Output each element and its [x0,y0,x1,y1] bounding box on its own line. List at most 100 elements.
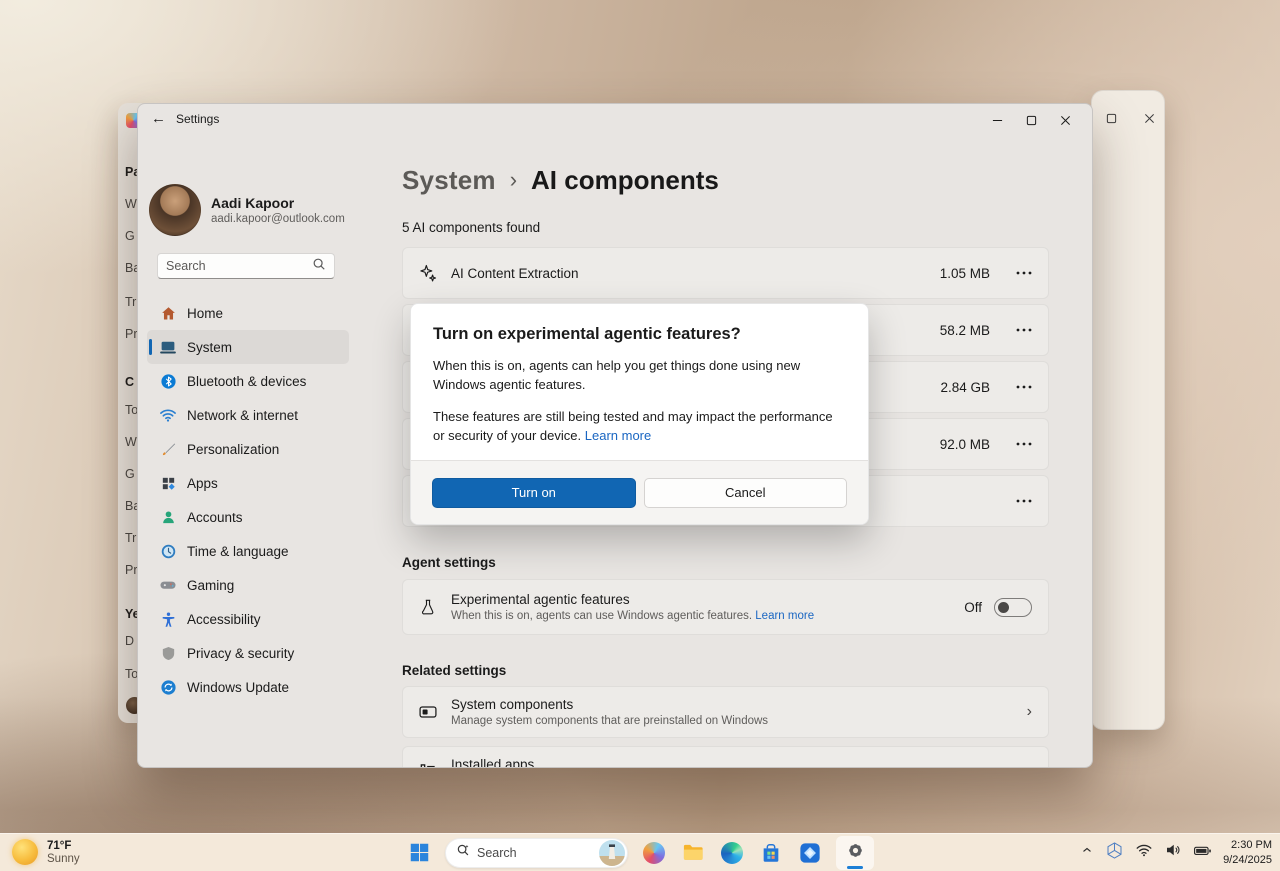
copilot-sidebar-item[interactable]: W [125,435,137,449]
wifi-icon[interactable] [1135,841,1153,864]
user-avatar [149,184,201,236]
sidebar-item-windows-update[interactable]: Windows Update [147,670,349,704]
beaker-icon [417,598,439,616]
sidebar-item-label: Gaming [187,578,234,593]
copilot-icon[interactable] [641,840,667,866]
maximize-button[interactable] [1014,108,1048,132]
sidebar-item-home[interactable]: Home [147,296,349,330]
sidebar-item-accounts[interactable]: Accounts [147,500,349,534]
sidebar-item-bluetooth[interactable]: Bluetooth & devices [147,364,349,398]
sidebar-item-label: Accessibility [187,612,261,627]
more-options-button[interactable] [1016,385,1032,389]
edge-icon[interactable] [719,840,745,866]
back-button[interactable]: ← [151,110,166,127]
dialog-learn-more-link[interactable]: Learn more [585,428,651,443]
file-explorer-icon[interactable] [680,840,706,866]
sidebar-item-system[interactable]: System [147,330,349,364]
accounts-icon [159,508,177,526]
experimental-agentic-features-card: Experimental agentic features When this … [402,579,1049,635]
agentic-features-title: Experimental agentic features [451,592,814,607]
copilot-sidebar-item[interactable]: Tr [125,531,136,545]
windows-update-icon [159,678,177,696]
agent-settings-heading: Agent settings [402,555,1049,570]
sidebar-item-apps[interactable]: Apps [147,466,349,500]
more-options-button[interactable] [1016,271,1032,275]
system-icon [159,338,177,356]
search-placeholder: Search [166,259,312,273]
sidebar-item-label: Personalization [187,442,279,457]
time-language-icon [159,542,177,560]
page-title: AI components [531,165,719,196]
copilot-sidebar-item[interactable]: C [125,375,134,389]
sidebar-item-privacy-security[interactable]: Privacy & security [147,636,349,670]
gaming-icon [159,576,177,594]
related-setting-description: Manage system components that are preins… [451,715,768,727]
agentic-features-dialog: Turn on experimental agentic features? W… [410,303,869,525]
sidebar-item-accessibility[interactable]: Accessibility [147,602,349,636]
window-title: Settings [176,112,219,126]
dialog-body-1: When this is on, agents can help you get… [433,357,846,395]
desktop: PaWGBaTrPrCToWGBaTrPrYeDTo ← Settings [0,0,1280,871]
cancel-button[interactable]: Cancel [644,478,848,508]
volume-icon[interactable] [1164,841,1182,864]
more-options-button[interactable] [1016,442,1032,446]
component-size: 58.2 MB [940,323,990,338]
related-setting-title: Installed apps [451,757,651,768]
search-highlight-image[interactable] [599,840,625,866]
microsoft-store-icon[interactable] [758,840,784,866]
more-options-button[interactable] [1016,328,1032,332]
system-components-icon [417,702,439,722]
copilot-sidebar-item[interactable]: Pr [125,563,138,577]
tray-cube-icon[interactable] [1105,841,1124,865]
user-name: Aadi Kapoor [211,195,345,211]
related-setting-system-components[interactable]: System components Manage system component… [402,686,1049,738]
home-icon [159,304,177,322]
sidebar-item-network[interactable]: Network & internet [147,398,349,432]
copilot-sidebar-item[interactable]: W [125,197,137,211]
agentic-features-toggle[interactable] [994,598,1032,617]
maximize-icon[interactable] [1104,111,1118,125]
sidebar-item-time-language[interactable]: Time & language [147,534,349,568]
user-email: aadi.kapoor@outlook.com [211,213,345,225]
search-icon [312,257,326,276]
apps-icon [159,474,177,492]
related-setting-installed-apps[interactable]: Installed appsUninstall and manage apps … [402,746,1049,768]
settings-taskbar-active[interactable] [836,836,874,870]
start-button[interactable] [406,840,432,866]
user-account[interactable]: Aadi Kapoor aadi.kapoor@outlook.com [149,184,345,236]
ai-component-row: AI Content Extraction1.05 MB [402,247,1049,299]
settings-search-input[interactable]: Search [157,253,335,279]
copilot-sidebar-item[interactable]: D [125,634,134,648]
component-size: 92.0 MB [940,437,990,452]
background-window[interactable] [1091,90,1165,730]
sidebar-item-label: Accounts [187,510,243,525]
more-options-button[interactable] [1016,499,1032,503]
sidebar-item-personalization[interactable]: Personalization [147,432,349,466]
turn-on-button[interactable]: Turn on [432,478,636,508]
copilot-sidebar-item[interactable]: G [125,467,135,481]
agentic-features-description: When this is on, agents can use Windows … [451,610,752,622]
settings-gear-icon [844,839,867,867]
tray-chevron-up-icon[interactable] [1080,843,1094,862]
tray-time: 2:30 PM [1223,838,1272,852]
sidebar-item-label: System [187,340,232,355]
copilot-sidebar-item[interactable]: Pr [125,327,138,341]
sidebar-item-label: Apps [187,476,218,491]
minimize-button[interactable] [980,108,1014,132]
copilot-sidebar-item[interactable]: Tr [125,295,136,309]
breadcrumb-system[interactable]: System [402,165,496,196]
copilot-sidebar-item[interactable]: G [125,229,135,243]
close-button[interactable] [1048,108,1082,132]
m365-copilot-icon[interactable] [797,840,823,866]
tray-clock[interactable]: 2:30 PM 9/24/2025 [1223,838,1272,867]
battery-icon[interactable] [1193,841,1212,865]
breadcrumb: System › AI components [402,162,1049,198]
taskbar-search-input[interactable]: Search [445,838,628,868]
sidebar-item-label: Bluetooth & devices [187,374,306,389]
sidebar-item-gaming[interactable]: Gaming [147,568,349,602]
sidebar-item-label: Windows Update [187,680,289,695]
search-icon [456,843,470,862]
close-icon[interactable] [1142,111,1156,125]
learn-more-link[interactable]: Learn more [755,610,814,622]
related-setting-title: System components [451,697,768,712]
